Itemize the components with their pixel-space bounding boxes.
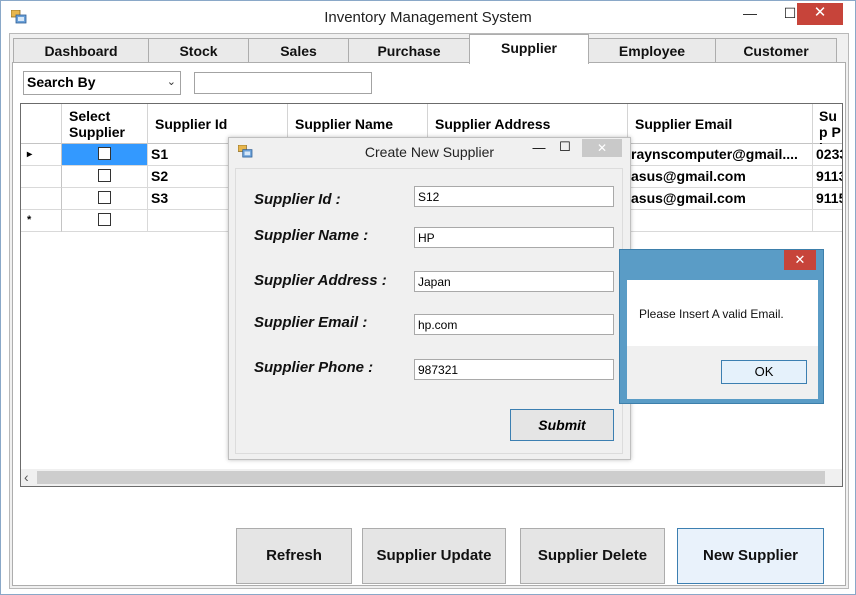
chevron-down-icon: ⌄ bbox=[166, 76, 176, 88]
row-indicator[interactable] bbox=[21, 166, 62, 188]
tab-stock[interactable]: Stock bbox=[148, 38, 249, 63]
row-indicator[interactable]: ▸ bbox=[21, 144, 62, 166]
cell-supplier-email[interactable]: asus@gmail.com bbox=[628, 166, 813, 188]
dialog-maximize-button[interactable]: ☐ bbox=[555, 139, 575, 155]
select-checkbox[interactable] bbox=[98, 169, 111, 182]
select-checkbox-cell[interactable] bbox=[62, 166, 148, 188]
column-header-email[interactable]: Supplier Email bbox=[628, 104, 813, 144]
search-input[interactable] bbox=[194, 72, 372, 94]
cell-supplier-phone[interactable] bbox=[813, 210, 842, 232]
supplier-email-input[interactable]: hp.com bbox=[414, 314, 614, 335]
column-header-address-label: Supplier Address bbox=[435, 116, 551, 132]
supplier-name-label: Supplier Name : bbox=[254, 227, 369, 244]
row-indicator[interactable] bbox=[21, 188, 62, 210]
supplier-phone-label: Supplier Phone : bbox=[254, 359, 374, 376]
cell-supplier-email[interactable]: raynscomputer@gmail.... bbox=[628, 144, 813, 166]
tab-customer[interactable]: Customer bbox=[715, 38, 837, 63]
supplier-email-label: Supplier Email : bbox=[254, 314, 368, 331]
tab-purchase[interactable]: Purchase bbox=[348, 38, 470, 63]
column-header-name-label: Supplier Name bbox=[295, 116, 394, 132]
supplier-id-input[interactable]: S12 bbox=[414, 186, 614, 207]
message-body: Please Insert A valid Email. bbox=[627, 280, 818, 346]
column-header-select-label: Select Supplier bbox=[69, 108, 126, 140]
message-text: Please Insert A valid Email. bbox=[639, 307, 784, 321]
supplier-update-button[interactable]: Supplier Update bbox=[362, 528, 506, 584]
horizontal-scrollbar[interactable]: ‹ bbox=[21, 469, 842, 486]
tab-dashboard[interactable]: Dashboard bbox=[13, 38, 149, 63]
dialog-form: Supplier Id : S12 Supplier Name : HP Sup… bbox=[235, 168, 623, 454]
column-header-phone[interactable]: Sup Pho bbox=[813, 104, 842, 156]
cell-supplier-phone[interactable]: 9113 bbox=[813, 166, 842, 188]
supplier-delete-button[interactable]: Supplier Delete bbox=[520, 528, 665, 584]
search-by-dropdown[interactable]: Search By ⌄ bbox=[23, 71, 181, 95]
scroll-left-icon[interactable]: ‹ bbox=[24, 469, 29, 485]
supplier-phone-input[interactable]: 987321 bbox=[414, 359, 614, 380]
dialog-title-bar[interactable]: Create New Supplier — ☐ ✕ bbox=[229, 138, 630, 165]
close-button[interactable]: ✕ bbox=[797, 3, 843, 25]
search-by-label: Search By bbox=[27, 74, 96, 90]
dialog-close-button[interactable]: ✕ bbox=[582, 139, 622, 157]
refresh-button[interactable]: Refresh bbox=[236, 528, 352, 584]
validation-message-box: ✕ Please Insert A valid Email. OK bbox=[619, 249, 824, 404]
select-checkbox[interactable] bbox=[98, 191, 111, 204]
scrollbar-thumb[interactable] bbox=[37, 471, 825, 484]
select-checkbox[interactable] bbox=[98, 213, 111, 226]
supplier-name-input[interactable]: HP bbox=[414, 227, 614, 248]
column-header-select[interactable]: Select Supplier bbox=[62, 104, 148, 144]
create-new-supplier-dialog: Create New Supplier — ☐ ✕ Supplier Id : … bbox=[228, 137, 631, 460]
ok-button[interactable]: OK bbox=[721, 360, 807, 384]
row-header-corner bbox=[21, 104, 62, 144]
tab-employee[interactable]: Employee bbox=[588, 38, 716, 63]
submit-button[interactable]: Submit bbox=[510, 409, 614, 441]
cell-supplier-phone[interactable]: 0233 bbox=[813, 144, 842, 166]
message-close-button[interactable]: ✕ bbox=[784, 250, 816, 270]
supplier-address-label: Supplier Address : bbox=[254, 272, 387, 289]
message-footer: OK bbox=[627, 346, 818, 399]
select-checkbox-cell[interactable] bbox=[62, 210, 148, 232]
new-supplier-button[interactable]: New Supplier bbox=[677, 528, 824, 584]
select-checkbox-cell[interactable] bbox=[62, 144, 148, 166]
column-header-id-label: Supplier Id bbox=[155, 116, 228, 132]
cell-supplier-email[interactable] bbox=[628, 210, 813, 232]
select-checkbox[interactable] bbox=[98, 147, 111, 160]
new-row-indicator[interactable]: * bbox=[21, 210, 62, 232]
tab-supplier[interactable]: Supplier bbox=[469, 34, 589, 64]
tab-sales[interactable]: Sales bbox=[248, 38, 349, 63]
title-bar[interactable]: Inventory Management System — ☐ ✕ bbox=[1, 1, 855, 33]
cell-supplier-email[interactable]: asus@gmail.com bbox=[628, 188, 813, 210]
supplier-address-input[interactable]: Japan bbox=[414, 271, 614, 292]
column-header-email-label: Supplier Email bbox=[635, 116, 733, 132]
dialog-minimize-button[interactable]: — bbox=[529, 140, 549, 155]
supplier-id-label: Supplier Id : bbox=[254, 191, 341, 208]
cell-supplier-phone[interactable]: 9115 bbox=[813, 188, 842, 210]
select-checkbox-cell[interactable] bbox=[62, 188, 148, 210]
